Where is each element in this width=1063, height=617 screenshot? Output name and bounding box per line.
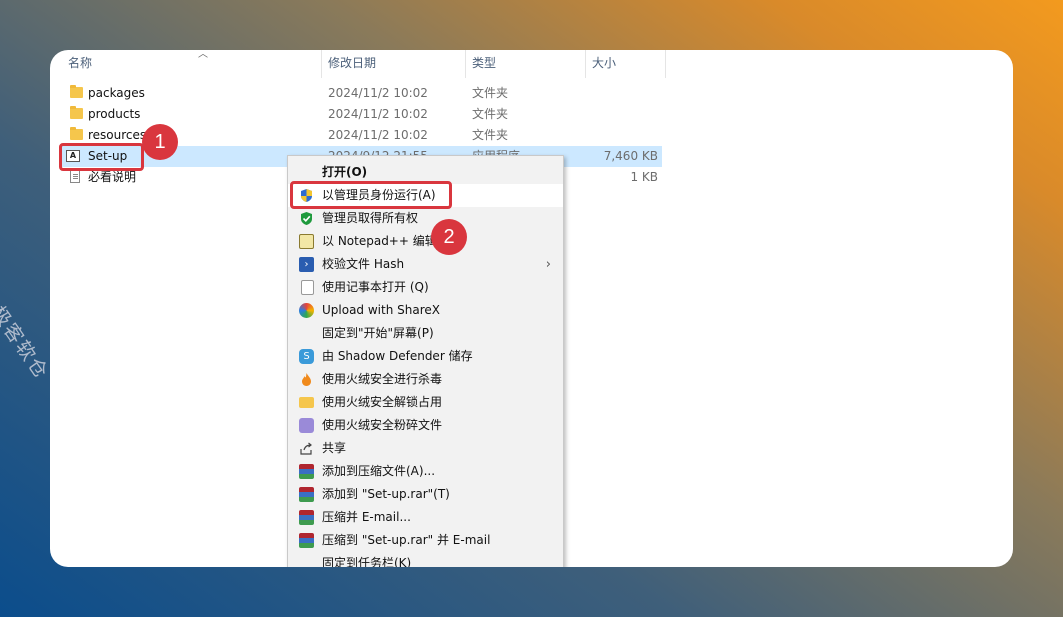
highlight-box-run-as-admin	[290, 181, 452, 209]
menu-item-notepadpp[interactable]: 以 Notepad++ 编辑	[288, 230, 563, 253]
column-header-type[interactable]: 类型	[466, 50, 586, 78]
winrar-icon	[299, 533, 314, 548]
menu-item-huorong-scan[interactable]: 使用火绒安全进行杀毒	[288, 368, 563, 391]
menu-item-shadow-defender[interactable]: S 由 Shadow Defender 储存	[288, 345, 563, 368]
notepadpp-icon	[299, 234, 314, 249]
winrar-icon	[299, 464, 314, 479]
menu-item-huorong-unlock[interactable]: 使用火绒安全解锁占用	[288, 391, 563, 414]
menu-item-compress-rar-email[interactable]: 压缩到 "Set-up.rar" 并 E-mail	[288, 529, 563, 552]
folder-icon	[70, 85, 83, 98]
folder-unlock-icon	[299, 397, 314, 408]
file-row-products[interactable]: products 2024/11/2 10:02 文件夹	[62, 104, 662, 125]
winrar-icon	[299, 487, 314, 502]
powershell-icon: ›	[299, 257, 314, 272]
text-file-icon	[70, 170, 80, 183]
huorong-flame-icon	[299, 372, 314, 387]
menu-item-add-archive[interactable]: 添加到压缩文件(A)...	[288, 460, 563, 483]
folder-icon	[70, 127, 83, 140]
sort-up-icon: ︿	[198, 50, 208, 60]
submenu-chevron-icon: ›	[545, 257, 551, 272]
file-row-packages[interactable]: packages 2024/11/2 10:02 文件夹	[62, 83, 662, 104]
shadow-defender-icon: S	[299, 349, 314, 364]
menu-item-hash[interactable]: › 校验文件 Hash ›	[288, 253, 563, 276]
highlight-box-set-up	[59, 143, 144, 171]
column-header-name[interactable]: ︿ 名称	[62, 50, 322, 78]
shredder-icon	[299, 418, 314, 433]
green-shield-icon	[299, 211, 314, 226]
menu-item-take-ownership[interactable]: 管理员取得所有权	[288, 207, 563, 230]
share-icon	[299, 441, 314, 456]
explorer-window: ︿ 名称 修改日期 类型 大小 packages 2024/11/2 10:02…	[50, 50, 1013, 567]
column-header-date[interactable]: 修改日期	[322, 50, 466, 78]
watermark-text: 极客软仓	[0, 302, 53, 384]
context-menu: 打开(O) 以管理员身份运行(A) 管理员取得所有权 以 Notepad++ 编…	[287, 155, 564, 567]
menu-item-compress-email[interactable]: 压缩并 E-mail...	[288, 506, 563, 529]
winrar-icon	[299, 510, 314, 525]
notepad-icon	[301, 280, 314, 295]
sharex-icon	[299, 303, 314, 318]
menu-item-pin-taskbar[interactable]: 固定到任务栏(K)	[288, 552, 563, 567]
menu-item-huorong-shred[interactable]: 使用火绒安全粉碎文件	[288, 414, 563, 437]
menu-item-add-rar[interactable]: 添加到 "Set-up.rar"(T)	[288, 483, 563, 506]
step-badge-2: 2	[431, 219, 467, 255]
step-badge-1: 1	[142, 124, 178, 160]
menu-item-pin-start[interactable]: 固定到"开始"屏幕(P)	[288, 322, 563, 345]
menu-item-open-notepad[interactable]: 使用记事本打开 (Q)	[288, 276, 563, 299]
folder-icon	[70, 106, 83, 119]
column-header-size[interactable]: 大小	[586, 50, 666, 78]
menu-item-sharex[interactable]: Upload with ShareX	[288, 299, 563, 322]
menu-item-share[interactable]: 共享	[288, 437, 563, 460]
